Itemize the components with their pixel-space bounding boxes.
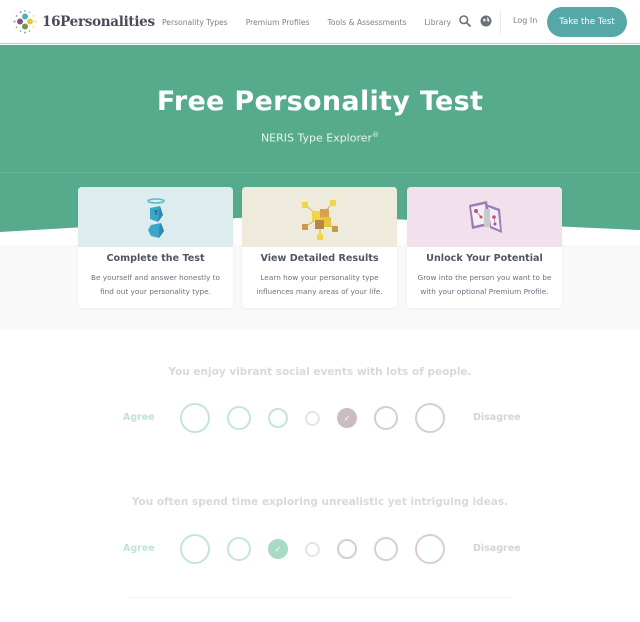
main-nav: Personality Types Premium Profiles Tools… <box>162 0 469 44</box>
card-title: Complete the Test <box>106 253 205 264</box>
answer-option-2[interactable] <box>227 406 251 430</box>
feature-card-detailed-results: View Detailed Results Learn how your per… <box>242 187 397 308</box>
answer-option-7[interactable] <box>415 534 445 564</box>
answer-option-5[interactable] <box>337 539 357 559</box>
answer-option-1[interactable] <box>180 534 210 564</box>
login-link[interactable]: Log In <box>513 16 537 25</box>
search-icon[interactable] <box>458 14 472 28</box>
site-header: 16Personalities Personality Types Premiu… <box>0 0 640 44</box>
answer-option-3[interactable] <box>268 408 288 428</box>
test-cube-halo-icon: T <box>146 198 165 238</box>
hero-divider <box>0 172 640 173</box>
premium-map-icon <box>468 201 502 233</box>
take-test-button[interactable]: Take the Test <box>547 7 627 37</box>
globe-icon[interactable] <box>479 14 493 28</box>
nav-library[interactable]: Library <box>424 18 451 27</box>
nav-premium-profiles[interactable]: Premium Profiles <box>246 18 310 27</box>
disagree-label: Disagree <box>473 412 521 423</box>
page-title: Free Personality Test <box>156 86 484 117</box>
feature-card-complete-test: T Complete the Test Be yourself and answ… <box>78 187 233 308</box>
answer-option-7[interactable] <box>415 403 445 433</box>
answer-option-5[interactable]: ✓ <box>337 408 357 428</box>
section-divider <box>128 597 512 598</box>
answer-option-4[interactable] <box>304 541 320 557</box>
answer-option-6[interactable] <box>374 537 398 561</box>
logo-text: 16Personalities <box>42 14 155 30</box>
answer-option-3[interactable]: ✓ <box>268 539 288 559</box>
nav-personality-types[interactable]: Personality Types <box>162 18 228 27</box>
page-subtitle: NERIS Type Explorer® <box>0 131 640 145</box>
header-divider <box>500 10 501 34</box>
question-text: You often spend time exploring unrealist… <box>131 496 509 508</box>
feature-card-unlock-potential: Unlock Your Potential Grow into the pers… <box>407 187 562 308</box>
logo[interactable]: 16Personalities <box>12 9 155 35</box>
question-text: You enjoy vibrant social events with lot… <box>168 366 472 378</box>
subtitle-text: NERIS Type Explorer <box>260 131 373 145</box>
card-title: Unlock Your Potential <box>426 253 543 264</box>
answer-option-4[interactable] <box>304 410 320 426</box>
card-description: Be yourself and answer honestly to find … <box>90 273 220 296</box>
nav-tools-assessments[interactable]: Tools & Assessments <box>327 18 406 27</box>
answer-option-1[interactable] <box>180 403 210 433</box>
disagree-label: Disagree <box>473 543 521 554</box>
card-description: Learn how your personality type influenc… <box>256 273 383 296</box>
agree-label: Agree <box>123 543 155 554</box>
answer-option-2[interactable] <box>227 537 251 561</box>
check-icon: ✓ <box>274 544 282 554</box>
card-description: Grow into the person you want to be with… <box>417 273 552 296</box>
card-title: View Detailed Results <box>260 253 379 264</box>
results-cubes-icon <box>301 200 338 240</box>
agree-label: Agree <box>123 412 155 423</box>
answer-option-6[interactable] <box>374 406 398 430</box>
check-icon: ✓ <box>343 413 351 423</box>
logo-mark-icon <box>13 10 37 34</box>
registered-mark: ® <box>372 131 380 139</box>
